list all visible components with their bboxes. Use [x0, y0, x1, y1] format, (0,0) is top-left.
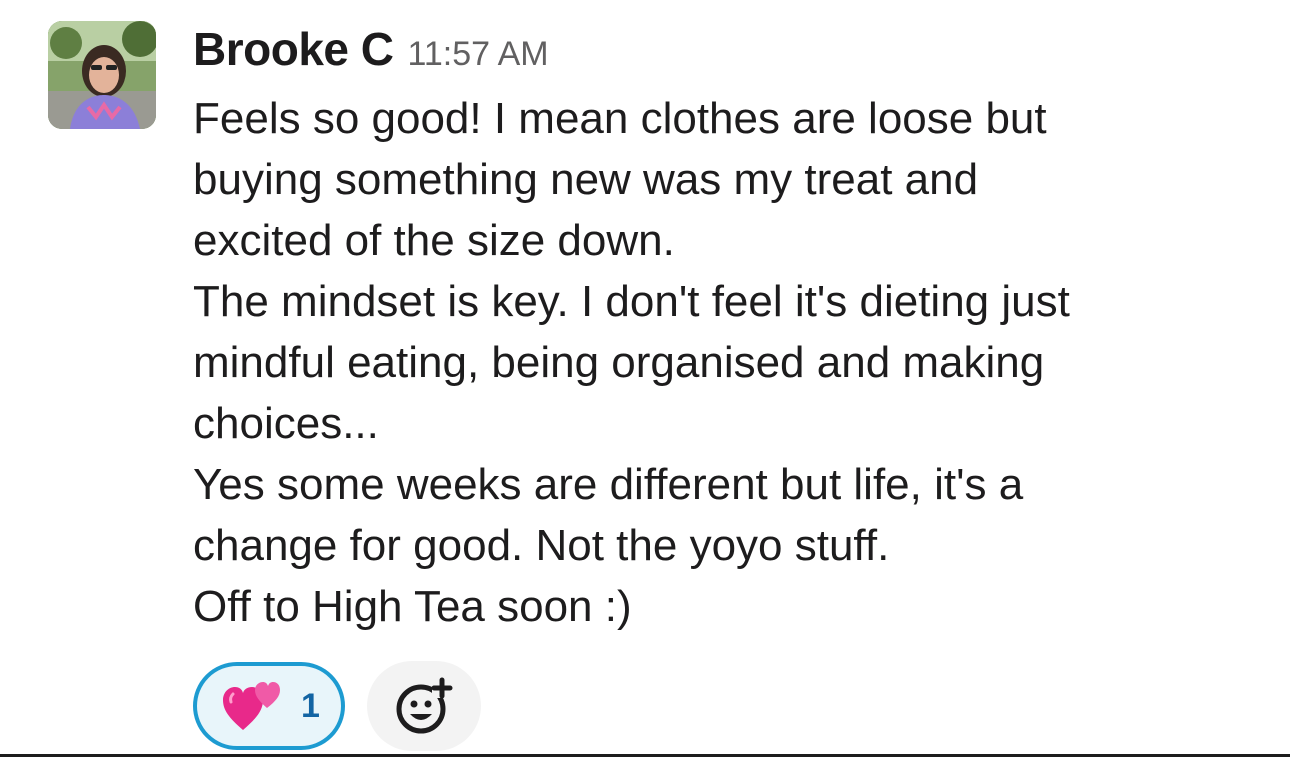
message-line: buying something new was my treat and — [193, 155, 979, 204]
message-header: Brooke C 11:57 AM — [193, 22, 549, 78]
reaction-count: 1 — [301, 686, 320, 725]
message-line: Off to High Tea soon :) — [193, 582, 632, 631]
add-reaction-icon — [396, 677, 453, 734]
message-timestamp[interactable]: 11:57 AM — [407, 35, 548, 74]
message-line: Yes some weeks are different but life, i… — [193, 460, 1024, 509]
reaction-two-hearts[interactable]: 1 — [193, 662, 345, 750]
message-line: The mindset is key. I don't feel it's di… — [193, 277, 1070, 326]
message-line: excited of the size down. — [193, 216, 675, 265]
message-line: change for good. Not the yoyo stuff. — [193, 521, 890, 570]
message: Brooke C 11:57 AM Feels so good! I mean … — [0, 0, 1290, 757]
reactions-bar: 1 — [193, 661, 481, 751]
author-name[interactable]: Brooke C — [193, 22, 394, 76]
message-line: choices... — [193, 399, 379, 448]
avatar[interactable] — [48, 21, 156, 129]
message-line: Feels so good! I mean clothes are loose … — [193, 94, 1047, 143]
user-photo-avatar — [48, 21, 156, 129]
add-reaction-button[interactable] — [367, 661, 481, 751]
message-body: Feels so good! I mean clothes are loose … — [193, 88, 1253, 637]
two-hearts-emoji — [223, 682, 280, 730]
message-line: mindful eating, being organised and maki… — [193, 338, 1045, 387]
